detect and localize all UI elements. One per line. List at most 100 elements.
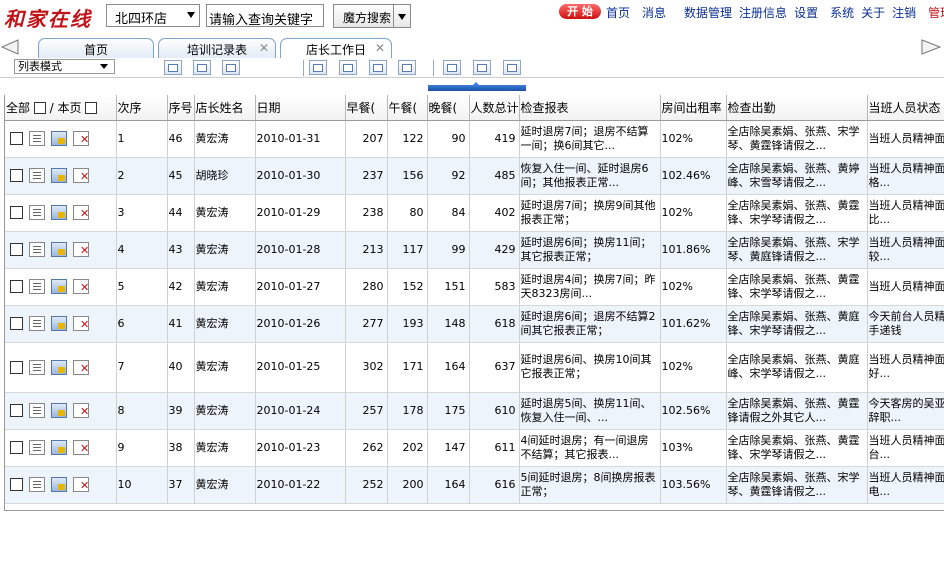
add-record-icon[interactable] xyxy=(164,60,182,75)
row-checkbox[interactable] xyxy=(10,280,23,293)
table-row[interactable]: 1037黄宏涛2010-01-222522001646165间延时退房；8间换房… xyxy=(5,466,944,504)
col-lunch[interactable]: 午餐( xyxy=(387,95,428,121)
close-icon[interactable]: ✕ xyxy=(259,37,269,59)
edit-icon[interactable] xyxy=(51,359,67,375)
close-icon[interactable]: ✕ xyxy=(375,37,385,59)
cell-occupancy: 102% xyxy=(660,342,727,393)
table-row[interactable]: 641黄宏涛2010-01-26277193148618延时退房6间；退房不结算… xyxy=(5,305,944,343)
delete-icon[interactable] xyxy=(73,477,89,492)
view-mode-select[interactable]: 列表模式 xyxy=(14,59,115,74)
table-row[interactable]: 146黄宏涛2010-01-3120712290419延时退房7间；退房不结算一… xyxy=(5,120,944,158)
select-page-checkbox[interactable] xyxy=(85,102,98,115)
col-staff-status[interactable]: 当班人员状态 xyxy=(867,95,944,121)
detail-icon[interactable] xyxy=(29,205,45,220)
cell-occupancy: 102% xyxy=(660,194,727,232)
scroll-left-icon[interactable] xyxy=(0,38,20,56)
col-seq[interactable]: 次序 xyxy=(116,95,168,121)
row-checkbox[interactable] xyxy=(10,132,23,145)
detail-icon[interactable] xyxy=(29,477,45,492)
detail-icon[interactable] xyxy=(29,359,45,375)
cell-staff-status: 当班人员精神面貌做的比较... xyxy=(867,231,944,269)
cell-date: 2010-01-29 xyxy=(255,194,346,232)
col-report[interactable]: 检查报表 xyxy=(519,95,661,121)
nav-data-management[interactable]: 数据管理 xyxy=(684,6,732,20)
detail-icon[interactable] xyxy=(29,403,45,418)
detail-icon[interactable] xyxy=(29,242,45,257)
nav-settings[interactable]: 设置 xyxy=(794,6,818,20)
detail-icon[interactable] xyxy=(29,279,45,294)
delete-folder-icon[interactable] xyxy=(222,60,240,75)
prev-page-icon[interactable] xyxy=(443,60,461,75)
search-input[interactable]: 请输入查询关键字 xyxy=(206,4,324,28)
delete-icon[interactable] xyxy=(73,168,89,183)
export-icon[interactable] xyxy=(503,60,521,75)
edit-folder-icon[interactable] xyxy=(193,60,211,75)
col-num[interactable]: 序号 xyxy=(167,95,195,121)
row-checkbox[interactable] xyxy=(10,206,23,219)
table-row[interactable]: 344黄宏涛2010-01-292388084402延时退房7间；换房9间其他报… xyxy=(5,194,944,232)
delete-icon[interactable] xyxy=(73,205,89,220)
edit-icon[interactable] xyxy=(51,205,67,220)
table-row[interactable]: 839黄宏涛2010-01-24257178175610延时退房5间、换房11间… xyxy=(5,392,944,430)
start-button[interactable]: 开 始 xyxy=(559,4,601,19)
col-breakfast[interactable]: 早餐( xyxy=(345,95,388,121)
delete-icon[interactable] xyxy=(73,242,89,257)
delete-icon[interactable] xyxy=(73,279,89,294)
print-icon[interactable] xyxy=(309,60,327,75)
nav-admin[interactable]: 管理 xyxy=(928,6,944,20)
scroll-right-icon[interactable] xyxy=(920,38,942,56)
row-actions xyxy=(5,305,117,343)
delete-icon[interactable] xyxy=(73,131,89,146)
detail-icon[interactable] xyxy=(29,440,45,455)
nav-system[interactable]: 系统 xyxy=(830,6,854,20)
row-checkbox[interactable] xyxy=(10,243,23,256)
nav-logout[interactable]: 注销 xyxy=(892,6,916,20)
edit-icon[interactable] xyxy=(51,440,67,455)
detail-icon[interactable] xyxy=(29,168,45,183)
delete-icon[interactable] xyxy=(73,359,89,375)
table-row[interactable]: 542黄宏涛2010-01-27280152151583延时退房4间；换房7间；… xyxy=(5,268,944,306)
row-checkbox[interactable] xyxy=(10,360,23,374)
close-window-icon[interactable] xyxy=(398,60,416,75)
magic-search-button[interactable]: 魔方搜索 xyxy=(333,4,411,28)
col-date[interactable]: 日期 xyxy=(255,95,346,121)
table-row[interactable]: 938黄宏涛2010-01-232622021476114间延时退房；有一间退房… xyxy=(5,429,944,467)
table-row[interactable]: 245胡晓珍2010-01-3023715692485恢复入住一间、延时退房6间… xyxy=(5,157,944,195)
nav-home[interactable]: 首页 xyxy=(606,6,630,20)
edit-icon[interactable] xyxy=(51,316,67,331)
pencil-icon[interactable] xyxy=(369,60,387,75)
row-checkbox[interactable] xyxy=(10,478,23,491)
nav-registration[interactable]: 注册信息 xyxy=(739,6,787,20)
edit-icon[interactable] xyxy=(51,242,67,257)
edit-icon[interactable] xyxy=(51,168,67,183)
col-occupancy[interactable]: 房间出租率 xyxy=(660,95,727,121)
store-select[interactable]: 北四环店 xyxy=(106,4,200,27)
next-page-icon[interactable] xyxy=(473,60,491,75)
edit-icon[interactable] xyxy=(51,403,67,418)
table-row[interactable]: 443黄宏涛2010-01-2821311799429延时退房6间；换房11间；… xyxy=(5,231,944,269)
row-checkbox[interactable] xyxy=(10,317,23,330)
delete-icon[interactable] xyxy=(73,403,89,418)
edit-icon[interactable] xyxy=(339,60,357,75)
edit-icon[interactable] xyxy=(51,131,67,146)
delete-icon[interactable] xyxy=(73,316,89,331)
nav-messages[interactable]: 消息 xyxy=(642,6,666,20)
detail-icon[interactable] xyxy=(29,316,45,331)
panel-collapse-handle[interactable] xyxy=(428,82,526,91)
row-checkbox[interactable] xyxy=(10,404,23,417)
select-all-checkbox[interactable] xyxy=(33,102,46,115)
cell-occupancy: 103.56% xyxy=(660,466,727,504)
col-attendance[interactable]: 检查出勤 xyxy=(726,95,868,121)
cell-total: 618 xyxy=(469,305,520,343)
col-manager[interactable]: 店长姓名 xyxy=(194,95,256,121)
col-dinner[interactable]: 晚餐( xyxy=(427,95,470,121)
delete-icon[interactable] xyxy=(73,440,89,455)
row-checkbox[interactable] xyxy=(10,441,23,454)
edit-icon[interactable] xyxy=(51,279,67,294)
col-total[interactable]: 人数总计 xyxy=(469,95,520,121)
table-row[interactable]: 740黄宏涛2010-01-25302171164637延时退房6间、换房10间… xyxy=(5,342,944,393)
row-checkbox[interactable] xyxy=(10,169,23,182)
edit-icon[interactable] xyxy=(51,477,67,492)
detail-icon[interactable] xyxy=(29,131,45,146)
nav-about[interactable]: 关于 xyxy=(861,6,885,20)
